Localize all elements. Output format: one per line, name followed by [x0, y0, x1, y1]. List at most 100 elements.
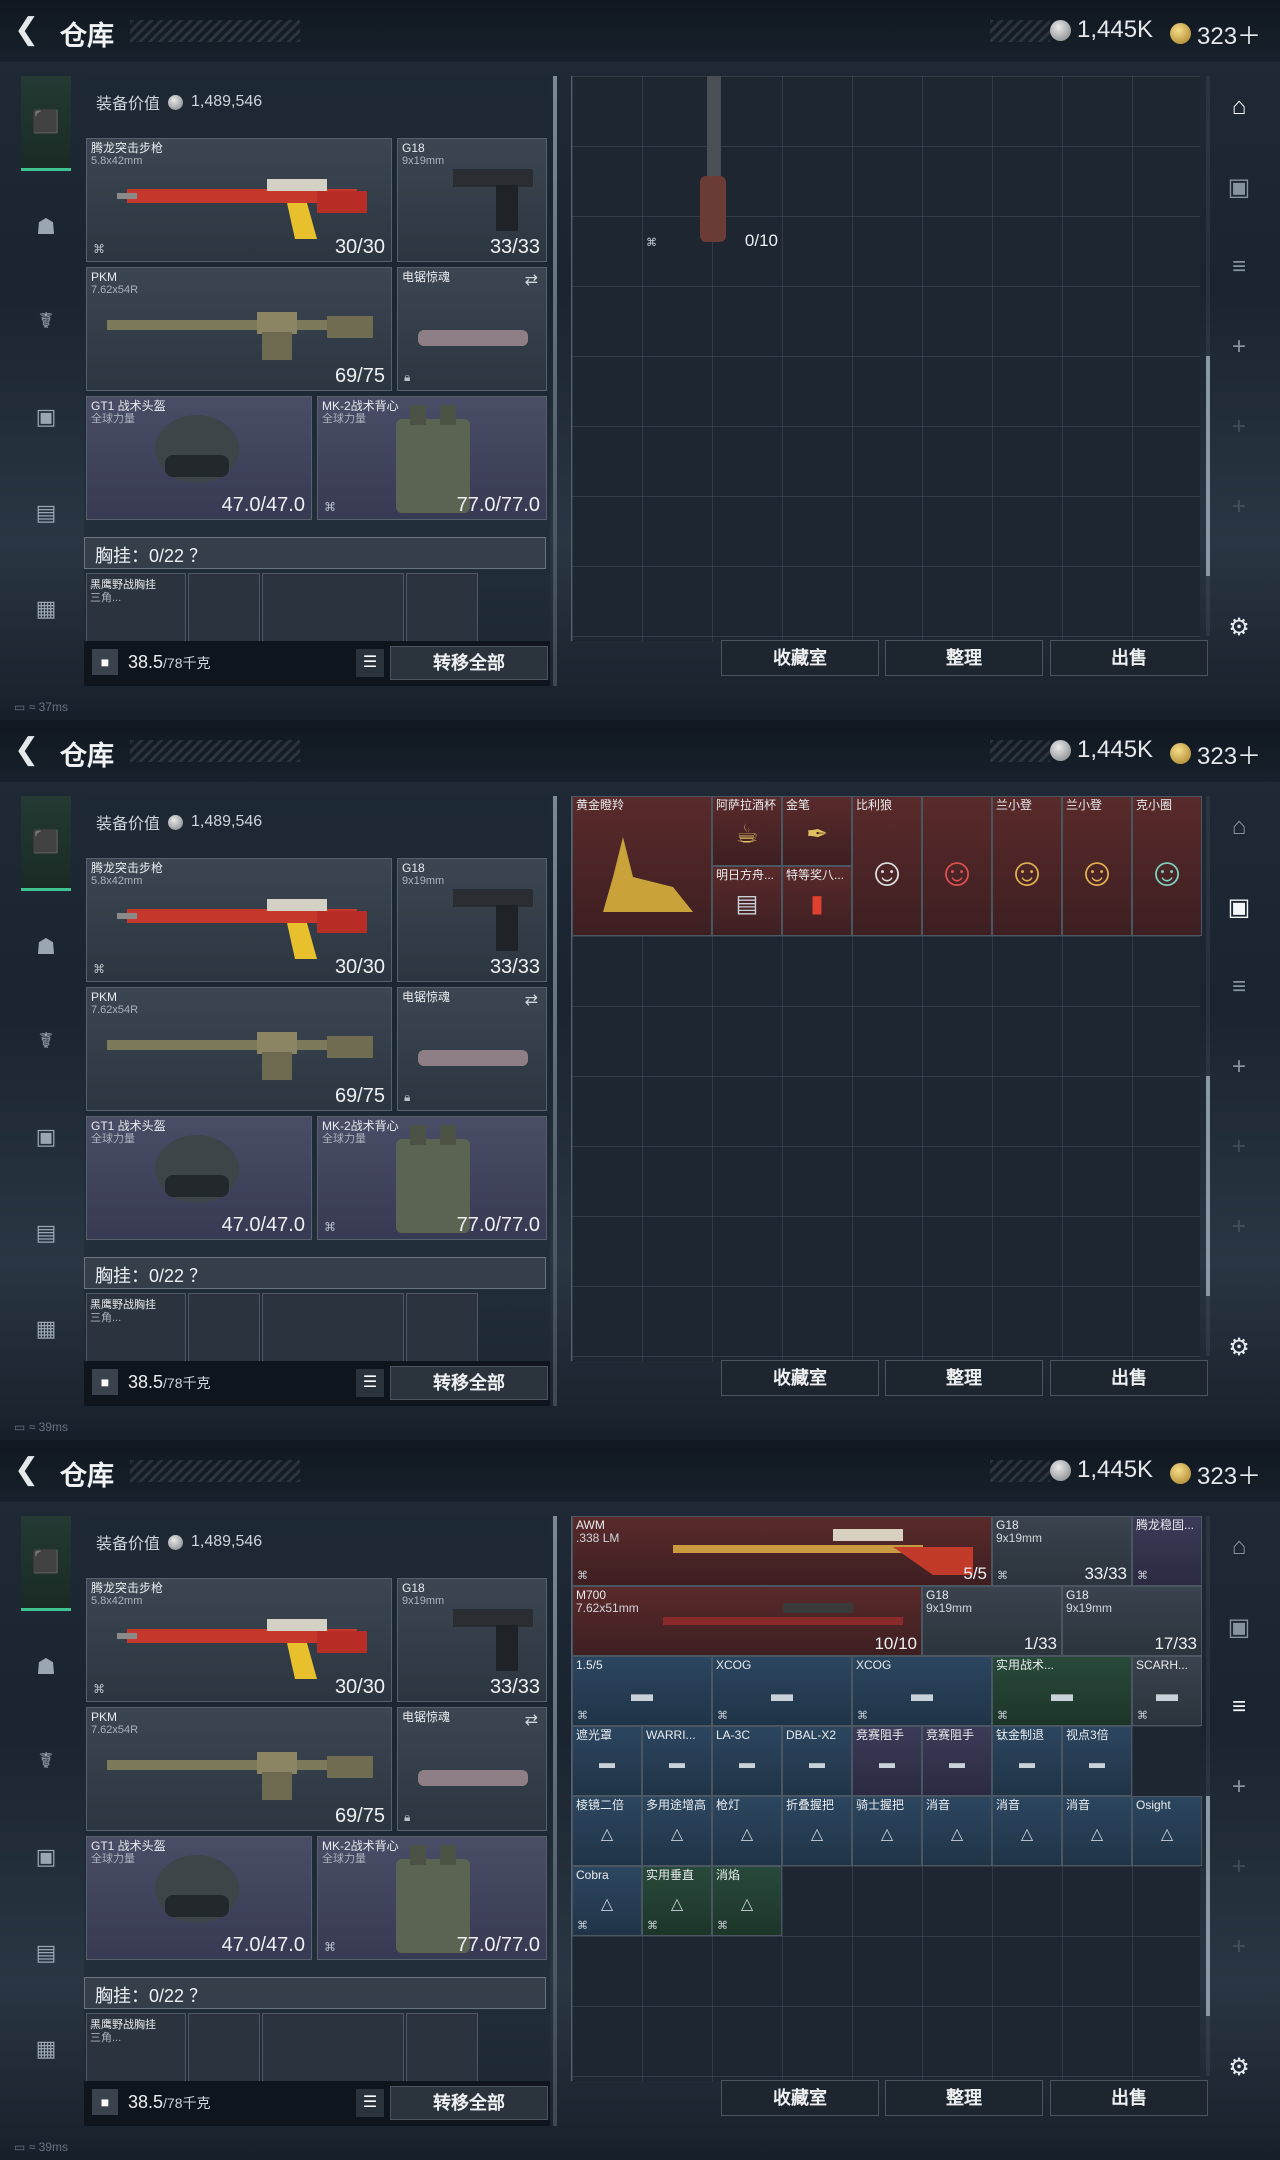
sidebar-case-tab[interactable]: ▤: [21, 488, 71, 538]
rig-item-slot[interactable]: 黑鹰野战胸挂 三角...: [86, 573, 186, 643]
stash-item-attachment[interactable]: 消音 △: [992, 1796, 1062, 1866]
back-arrow-icon[interactable]: ❮: [14, 1454, 46, 1486]
primary-weapon-slot[interactable]: 腾龙突击步枪 5.8x42mm ⌘ 30/30: [86, 1578, 392, 1702]
melee-slot[interactable]: 电锯惊魂 ⇄ 🔒︎: [397, 267, 547, 391]
stash-item-attachment[interactable]: 折叠握把 △: [782, 1796, 852, 1866]
sidebar-armor-tab[interactable]: ☗: [21, 1642, 71, 1692]
scroll-thumb[interactable]: [1206, 1076, 1210, 1296]
swap-icon[interactable]: ⇄: [525, 270, 538, 290]
rig-empty-slot[interactable]: [188, 573, 260, 643]
secondary-weapon-slot[interactable]: PKM 7.62x54R 69/75: [86, 1707, 392, 1831]
sort-button[interactable]: 整理: [885, 1360, 1043, 1396]
back-arrow-icon[interactable]: ❮: [14, 14, 46, 46]
stash-item-attachment[interactable]: 棱镜二倍 △: [572, 1796, 642, 1866]
stash-grid[interactable]: 黄金瞪羚 阿萨拉酒杯 ☕ 金笔 ✒ 比利狼 ☺ ☺ 兰小登 ☺ 兰小登 ☺ 克小圈 ☺ 明日方舟... ▤ 特等…: [571, 796, 1202, 1361]
melee-slot[interactable]: 电锯惊魂 ⇄ 🔒︎: [397, 1707, 547, 1831]
collection-room-button[interactable]: 收藏室: [721, 640, 879, 676]
settings-gear-icon[interactable]: ⚙: [1218, 606, 1260, 648]
stash-item-lanxiaodeng-2[interactable]: 兰小登 ☺: [1062, 796, 1132, 936]
add-stash-button[interactable]: +: [1218, 326, 1260, 368]
rig-empty-slot[interactable]: [262, 2013, 404, 2083]
collection-room-button[interactable]: 收藏室: [721, 1360, 879, 1396]
stash-item-shotgun[interactable]: ⌘ 0/10: [642, 76, 782, 252]
rig-empty-slot[interactable]: [262, 1293, 404, 1363]
stash-item-attachment[interactable]: 消音 △: [922, 1796, 992, 1866]
stash-tab-home[interactable]: ⌂: [1218, 806, 1260, 848]
transfer-all-button[interactable]: 转移全部: [390, 2086, 548, 2120]
stash-item-scope[interactable]: SCARH... ▬ ⌘: [1132, 1656, 1202, 1726]
sidebar-backpack-tab[interactable]: ▣: [21, 1112, 71, 1162]
rig-empty-slot[interactable]: [188, 1293, 260, 1363]
rig-item-slot[interactable]: 黑鹰野战胸挂 三角...: [86, 2013, 186, 2083]
sort-button[interactable]: 整理: [885, 640, 1043, 676]
pistol-slot[interactable]: G18 9x19mm 33/33: [397, 1578, 547, 1702]
sidebar-toolbox-tab[interactable]: ▦: [21, 584, 71, 634]
vest-slot[interactable]: MK-2战术背心 全球力量 ⌘ 77.0/77.0: [317, 396, 547, 520]
secondary-weapon-slot[interactable]: PKM 7.62x54R 69/75: [86, 267, 392, 391]
stash-item-billy-wolf[interactable]: 比利狼 ☺: [852, 796, 922, 936]
sidebar-toolbox-tab[interactable]: ▦: [21, 2024, 71, 2074]
sidebar-armor-tab[interactable]: ☗: [21, 922, 71, 972]
backpack-lock-icon[interactable]: ■: [92, 1369, 118, 1395]
stash-item-m700[interactable]: M700 7.62x51mm 10/10: [572, 1586, 922, 1656]
melee-slot[interactable]: 电锯惊魂 ⇄ 🔒︎: [397, 987, 547, 1111]
chest-rig-capacity[interactable]: 胸挂：0/22 ？: [84, 537, 546, 569]
helmet-slot[interactable]: GT1 战术头盔 全球力量 47.0/47.0: [86, 1116, 312, 1240]
rig-empty-slot[interactable]: [406, 573, 478, 643]
swap-icon[interactable]: ⇄: [525, 1710, 538, 1730]
stash-item-g18[interactable]: G18 9x19mm 1/33: [922, 1586, 1062, 1656]
stash-item-attachment[interactable]: 遮光罩 ▬: [572, 1726, 642, 1796]
sell-button[interactable]: 出售: [1050, 1360, 1208, 1396]
sidebar-weapons-tab[interactable]: ⬛: [21, 76, 71, 171]
stash-item-santa-figure[interactable]: ☺: [922, 796, 992, 936]
stash-tab-collectibles[interactable]: ▣: [1218, 166, 1260, 208]
transfer-all-button[interactable]: 转移全部: [390, 646, 548, 680]
stash-tab-collectibles[interactable]: ▣: [1218, 1606, 1260, 1648]
chest-rig-capacity[interactable]: 胸挂：0/22 ？: [84, 1257, 546, 1289]
stash-tab-collectibles[interactable]: ▣: [1218, 886, 1260, 928]
sidebar-backpack-tab[interactable]: ▣: [21, 1832, 71, 1882]
stash-scrollbar[interactable]: [1206, 1516, 1210, 2076]
transfer-all-button[interactable]: 转移全部: [390, 1366, 548, 1400]
stash-item-attachment[interactable]: DBAL-X2 ▬: [782, 1726, 852, 1796]
stash-item-attachment[interactable]: 视点3倍 ▬: [1062, 1726, 1132, 1796]
stash-grid[interactable]: AWM .338 LM ⌘ 5/5 G18 9x19mm ⌘ 33/33 腾龙稳固... ⌘ M70…: [571, 1516, 1202, 2081]
sidebar-case-tab[interactable]: ▤: [21, 1928, 71, 1978]
backpack-lock-icon[interactable]: ■: [92, 649, 118, 675]
sidebar-medkit-tab[interactable]: ☤: [21, 1736, 71, 1786]
scroll-thumb[interactable]: [1206, 1796, 1210, 2016]
primary-weapon-slot[interactable]: 腾龙突击步枪 5.8x42mm ⌘ 30/30: [86, 138, 392, 262]
list-view-button[interactable]: ☰: [356, 649, 384, 677]
sidebar-backpack-tab[interactable]: ▣: [21, 392, 71, 442]
stash-item-attachment[interactable]: 钛金制退 ▬: [992, 1726, 1062, 1796]
primary-weapon-slot[interactable]: 腾龙突击步枪 5.8x42mm ⌘ 30/30: [86, 858, 392, 982]
gold-currency[interactable]: 323＋: [1170, 1456, 1261, 1491]
stash-item-prize-can[interactable]: 特等奖八... ▮: [782, 866, 852, 936]
stash-item-arknights[interactable]: 明日方舟... ▤: [712, 866, 782, 936]
stash-tab-home[interactable]: ⌂: [1218, 86, 1260, 128]
stash-item-kexiaoquan[interactable]: 克小圈 ☺: [1132, 796, 1202, 936]
helmet-slot[interactable]: GT1 战术头盔 全球力量 47.0/47.0: [86, 1836, 312, 1960]
stash-item-g18[interactable]: G18 9x19mm ⌘ 33/33: [992, 1516, 1132, 1586]
pistol-slot[interactable]: G18 9x19mm 33/33: [397, 858, 547, 982]
stash-item-attachment[interactable]: Osight △: [1132, 1796, 1202, 1866]
stash-item-attachment[interactable]: WARRI... ▬: [642, 1726, 712, 1796]
rig-empty-slot[interactable]: [406, 2013, 478, 2083]
stash-item-grip[interactable]: 腾龙稳固... ⌘: [1132, 1516, 1202, 1586]
stash-item-golden-gazelle[interactable]: 黄金瞪羚: [572, 796, 712, 936]
stash-item-attachment[interactable]: Cobra △ ⌘: [572, 1866, 642, 1936]
sell-button[interactable]: 出售: [1050, 2080, 1208, 2116]
stash-tab-weapons[interactable]: ≡: [1218, 246, 1260, 288]
stash-item-goblet[interactable]: 阿萨拉酒杯 ☕: [712, 796, 782, 866]
sell-button[interactable]: 出售: [1050, 640, 1208, 676]
gold-currency[interactable]: 323＋: [1170, 16, 1261, 51]
rig-empty-slot[interactable]: [188, 2013, 260, 2083]
collection-room-button[interactable]: 收藏室: [721, 2080, 879, 2116]
scroll-thumb[interactable]: [1206, 356, 1210, 576]
back-arrow-icon[interactable]: ❮: [14, 734, 46, 766]
gold-currency[interactable]: 323＋: [1170, 736, 1261, 771]
stash-item-lanxiaodeng[interactable]: 兰小登 ☺: [992, 796, 1062, 936]
swap-icon[interactable]: ⇄: [525, 990, 538, 1010]
settings-gear-icon[interactable]: ⚙: [1218, 1326, 1260, 1368]
stash-item-attachment[interactable]: 竞赛阻手 ▬: [852, 1726, 922, 1796]
